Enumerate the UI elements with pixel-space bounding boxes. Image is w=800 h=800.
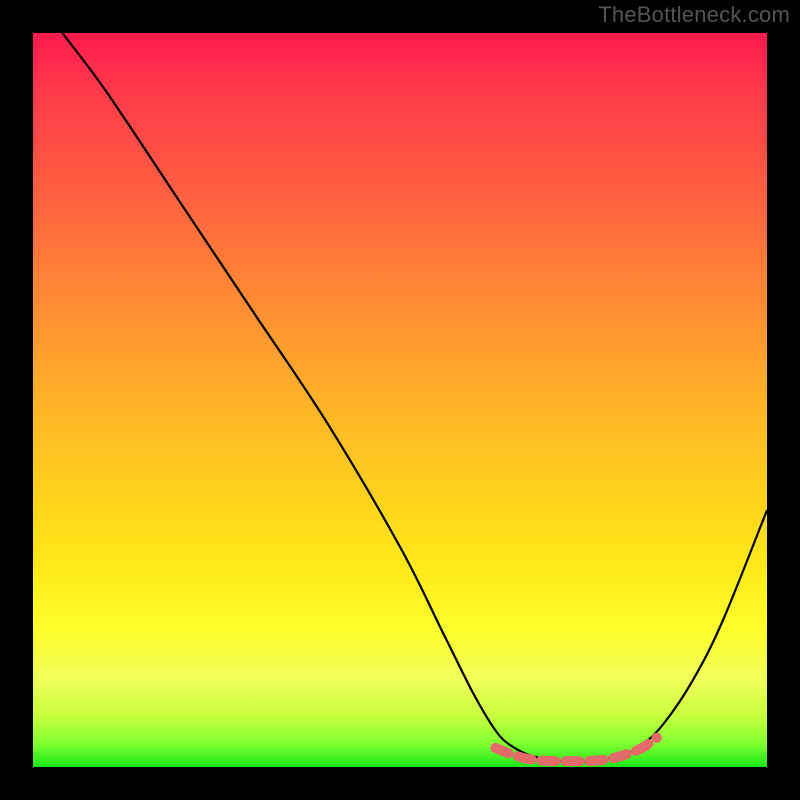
chart-overlay-svg [33,33,767,767]
watermark-text: TheBottleneck.com [598,2,790,28]
bottleneck-curve [62,33,767,762]
marker-band [495,738,657,762]
chart-container: TheBottleneck.com [0,0,800,800]
